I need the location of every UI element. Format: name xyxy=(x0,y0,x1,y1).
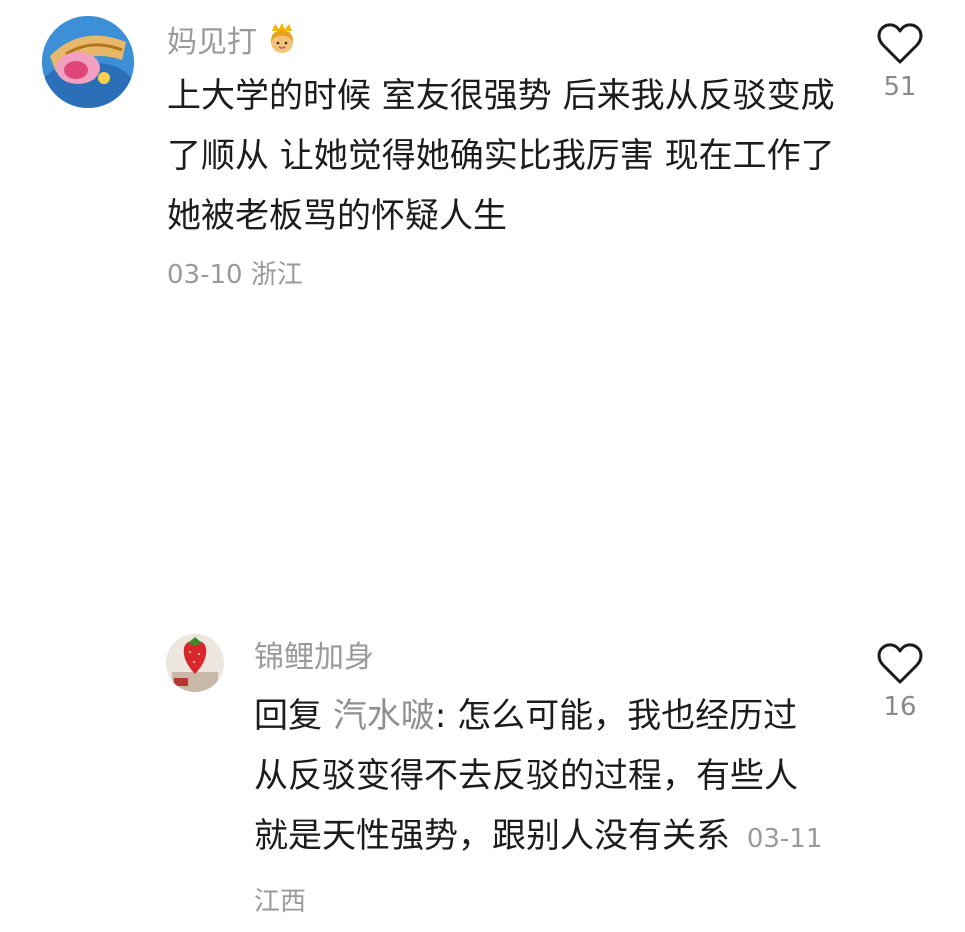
reply-prefix: 回复 xyxy=(254,696,322,736)
like-count: 16 xyxy=(883,692,917,722)
avatar-image xyxy=(166,634,224,692)
reply-target-username[interactable]: 汽水啵 xyxy=(333,696,435,736)
princess-icon xyxy=(267,22,297,60)
comment-text: 上大学的时候 室友很强势 后来我从反驳变成了顺从 让她觉得她确实比我厉害 现在工… xyxy=(167,76,835,236)
like-button[interactable]: 51 xyxy=(860,22,940,102)
like-button[interactable]: 16 xyxy=(860,642,940,722)
heart-outline-icon xyxy=(877,23,923,64)
avatar[interactable] xyxy=(42,16,134,108)
avatar[interactable] xyxy=(166,634,224,692)
username[interactable]: 妈见打 xyxy=(167,22,297,60)
comment-location: 浙江 xyxy=(250,260,303,290)
heart-outline-icon xyxy=(877,643,923,684)
like-count: 51 xyxy=(883,72,917,102)
comment-location: 江西 xyxy=(254,887,307,917)
comment-date: 03-10 xyxy=(167,260,243,290)
comment-date: 03-11 xyxy=(746,824,823,854)
comment-meta: 03-10 浙江 xyxy=(167,254,303,291)
reply-item: 锦鲤加身 回复 汽水啵: 怎么可能，我也经历过从反驳变得不去反驳的过程，有些人就… xyxy=(0,310,965,917)
reply-text-block: 回复 汽水啵: 怎么可能，我也经历过从反驳变得不去反驳的过程，有些人就是天性强势… xyxy=(254,686,824,932)
avatar-image xyxy=(42,16,134,108)
username-text[interactable]: 妈见打 xyxy=(167,25,257,60)
comment-item: 妈见打 上大学的时候 室友很强势 后来我从反驳变成了顺从 让她觉得她确实比我厉害… xyxy=(0,0,965,300)
username[interactable]: 锦鲤加身 xyxy=(254,643,374,673)
